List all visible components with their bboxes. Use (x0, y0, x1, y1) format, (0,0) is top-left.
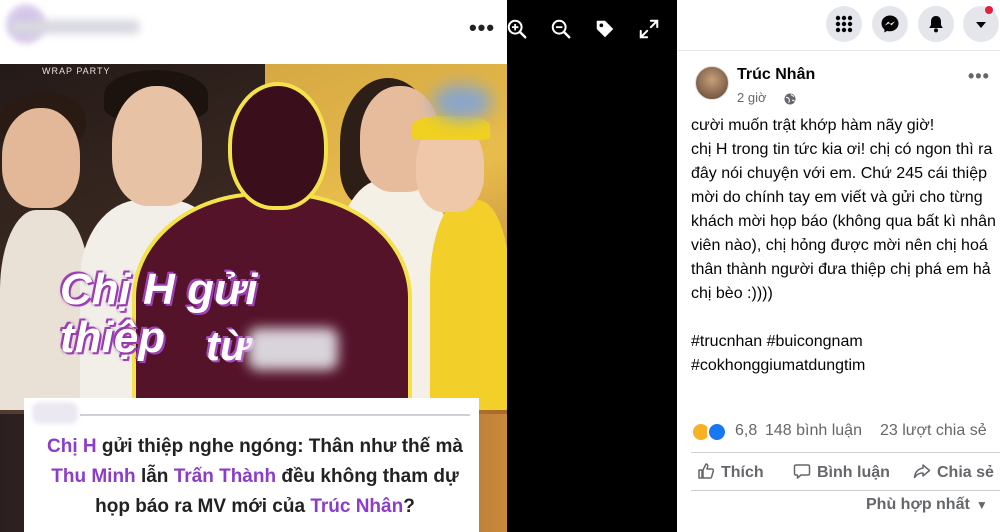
photo-headline-line2: từ (206, 322, 250, 369)
person-2-face (112, 86, 202, 206)
reaction-count[interactable]: 6,8 (735, 422, 757, 440)
thumbs-up-icon (698, 463, 715, 479)
more-options-icon: ••• (468, 15, 496, 40)
comment-icon (793, 464, 811, 479)
like-button[interactable]: Thích (697, 462, 764, 484)
like-label: Thích (721, 464, 764, 481)
divider (691, 490, 1000, 491)
post-options-icon[interactable]: ••• (968, 66, 990, 87)
photo-caption: Chị H gửi thiệp nghe ngóng: Thân như thế… (40, 432, 470, 522)
menu-grid-button[interactable] (826, 6, 862, 42)
author-avatar[interactable] (695, 66, 729, 100)
mystery-silhouette-head (228, 82, 328, 210)
menu-grid-icon (835, 15, 853, 33)
embedded-post-header: ••• (0, 0, 507, 64)
person-4-hat (412, 116, 490, 140)
messenger-button[interactable] (872, 6, 908, 42)
photo-viewer: WRAP PARTY Chị H gửi thiệp từ Chị H gửi … (0, 0, 677, 532)
caption-text: gửi thiệp nghe ngóng: Thân như thế mà (96, 436, 463, 457)
caret-down-icon (976, 22, 986, 28)
fullscreen-icon[interactable] (638, 18, 660, 40)
comment-label: Bình luận (817, 464, 890, 481)
share-count[interactable]: 23 lượt chia sẻ (880, 422, 987, 440)
blurred-region (432, 84, 492, 120)
comment-button[interactable]: Bình luận (793, 462, 890, 484)
photo-watermark-text: WRAP PARTY (42, 66, 111, 76)
blurred-badge (32, 402, 78, 424)
post-stats: 6,8 148 bình luận 23 lượt chia sẻ (691, 420, 1000, 444)
divider (691, 452, 1000, 453)
divider (677, 50, 1000, 51)
chevron-down-icon: ▼ (975, 498, 988, 512)
zoom-out-icon[interactable] (550, 18, 572, 40)
person-1-face (2, 108, 80, 208)
blurred-source-name (248, 328, 338, 370)
comment-sort-dropdown[interactable]: Phù hợp nhất ▼ (866, 496, 988, 514)
caption-highlight: Trấn Thành (173, 466, 277, 487)
caption-rule (80, 414, 470, 416)
share-icon (913, 464, 931, 479)
messenger-icon (881, 15, 899, 33)
share-button[interactable]: Chia sẻ (913, 462, 994, 484)
post-timestamp[interactable]: 2 giờ (737, 90, 767, 105)
blurred-name (10, 20, 140, 34)
author-name[interactable]: Trúc Nhân (737, 66, 815, 84)
notifications-button[interactable] (918, 6, 954, 42)
caption-text: lẫn (135, 466, 174, 487)
comment-count[interactable]: 148 bình luận (765, 422, 862, 440)
globe-icon (784, 93, 796, 105)
post-details-panel: Trúc Nhân 2 giờ ••• cười muốn trật khớp … (677, 0, 1000, 532)
account-menu-button[interactable] (963, 6, 999, 42)
caption-text: ? (403, 496, 415, 517)
caption-highlight: Trúc Nhân (310, 496, 404, 517)
post-text: cười muốn trật khớp hàm nãy giờ! chị H t… (691, 117, 996, 374)
sort-label: Phù hợp nhất (866, 496, 970, 513)
photo-post-viewer: WRAP PARTY Chị H gửi thiệp từ Chị H gửi … (0, 0, 1000, 532)
notification-badge (985, 6, 993, 14)
tag-icon[interactable] (594, 18, 616, 40)
zoom-in-icon[interactable] (506, 18, 528, 40)
caption-highlight: Chị H (47, 436, 97, 457)
person-4-body (430, 200, 507, 410)
bell-icon (929, 16, 943, 33)
share-label: Chia sẻ (937, 464, 994, 481)
post-photo[interactable]: WRAP PARTY Chị H gửi thiệp từ Chị H gửi … (0, 0, 507, 532)
caption-highlight: Thu Minh (51, 466, 136, 487)
like-reaction-icon[interactable] (707, 422, 727, 442)
